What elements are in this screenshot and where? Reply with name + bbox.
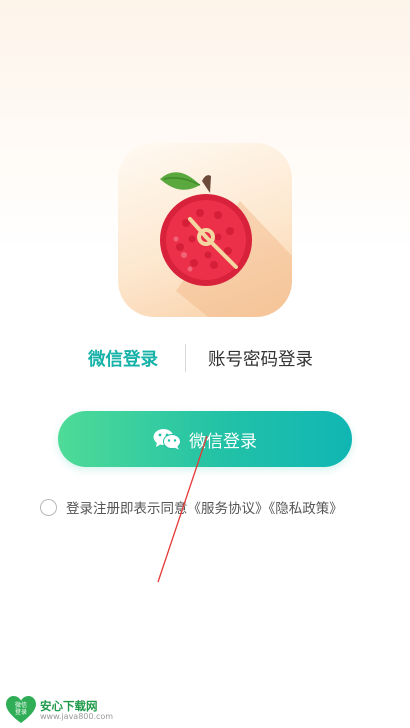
wechat-icon [153,429,181,450]
service-agreement-link[interactable]: 《服务协议》 [188,501,269,517]
agreement-prefix: 登录注册即表示同意 [66,501,188,517]
watermark: 微信 登录 安心下载网 www.java800.com [6,696,116,724]
agreement-text: 登录注册即表示同意《服务协议》《隐私政策》 [66,497,343,517]
watermark-badge-line2: 登录 [15,708,27,716]
tab-wechat-login[interactable]: 微信登录 [88,346,158,371]
login-method-tabs: 微信登录 账号密码登录 [0,340,410,376]
wechat-login-button[interactable]: 微信登录 [58,411,352,467]
lychee-logo-icon [160,172,292,317]
app-logo [118,143,292,317]
watermark-heart-logo: 微信 登录 [6,696,36,723]
agreement-row: 登录注册即表示同意《服务协议》《隐私政策》 [40,496,343,518]
watermark-site-url: www.java800.com [40,712,114,721]
tab-divider [185,344,186,372]
wechat-login-button-label: 微信登录 [189,431,257,451]
watermark-badge-line1: 微信 [15,701,27,709]
tab-account-password-login[interactable]: 账号密码登录 [208,346,313,371]
privacy-policy-link[interactable]: 《隐私政策》 [269,501,343,517]
agreement-checkbox[interactable] [40,498,57,516]
